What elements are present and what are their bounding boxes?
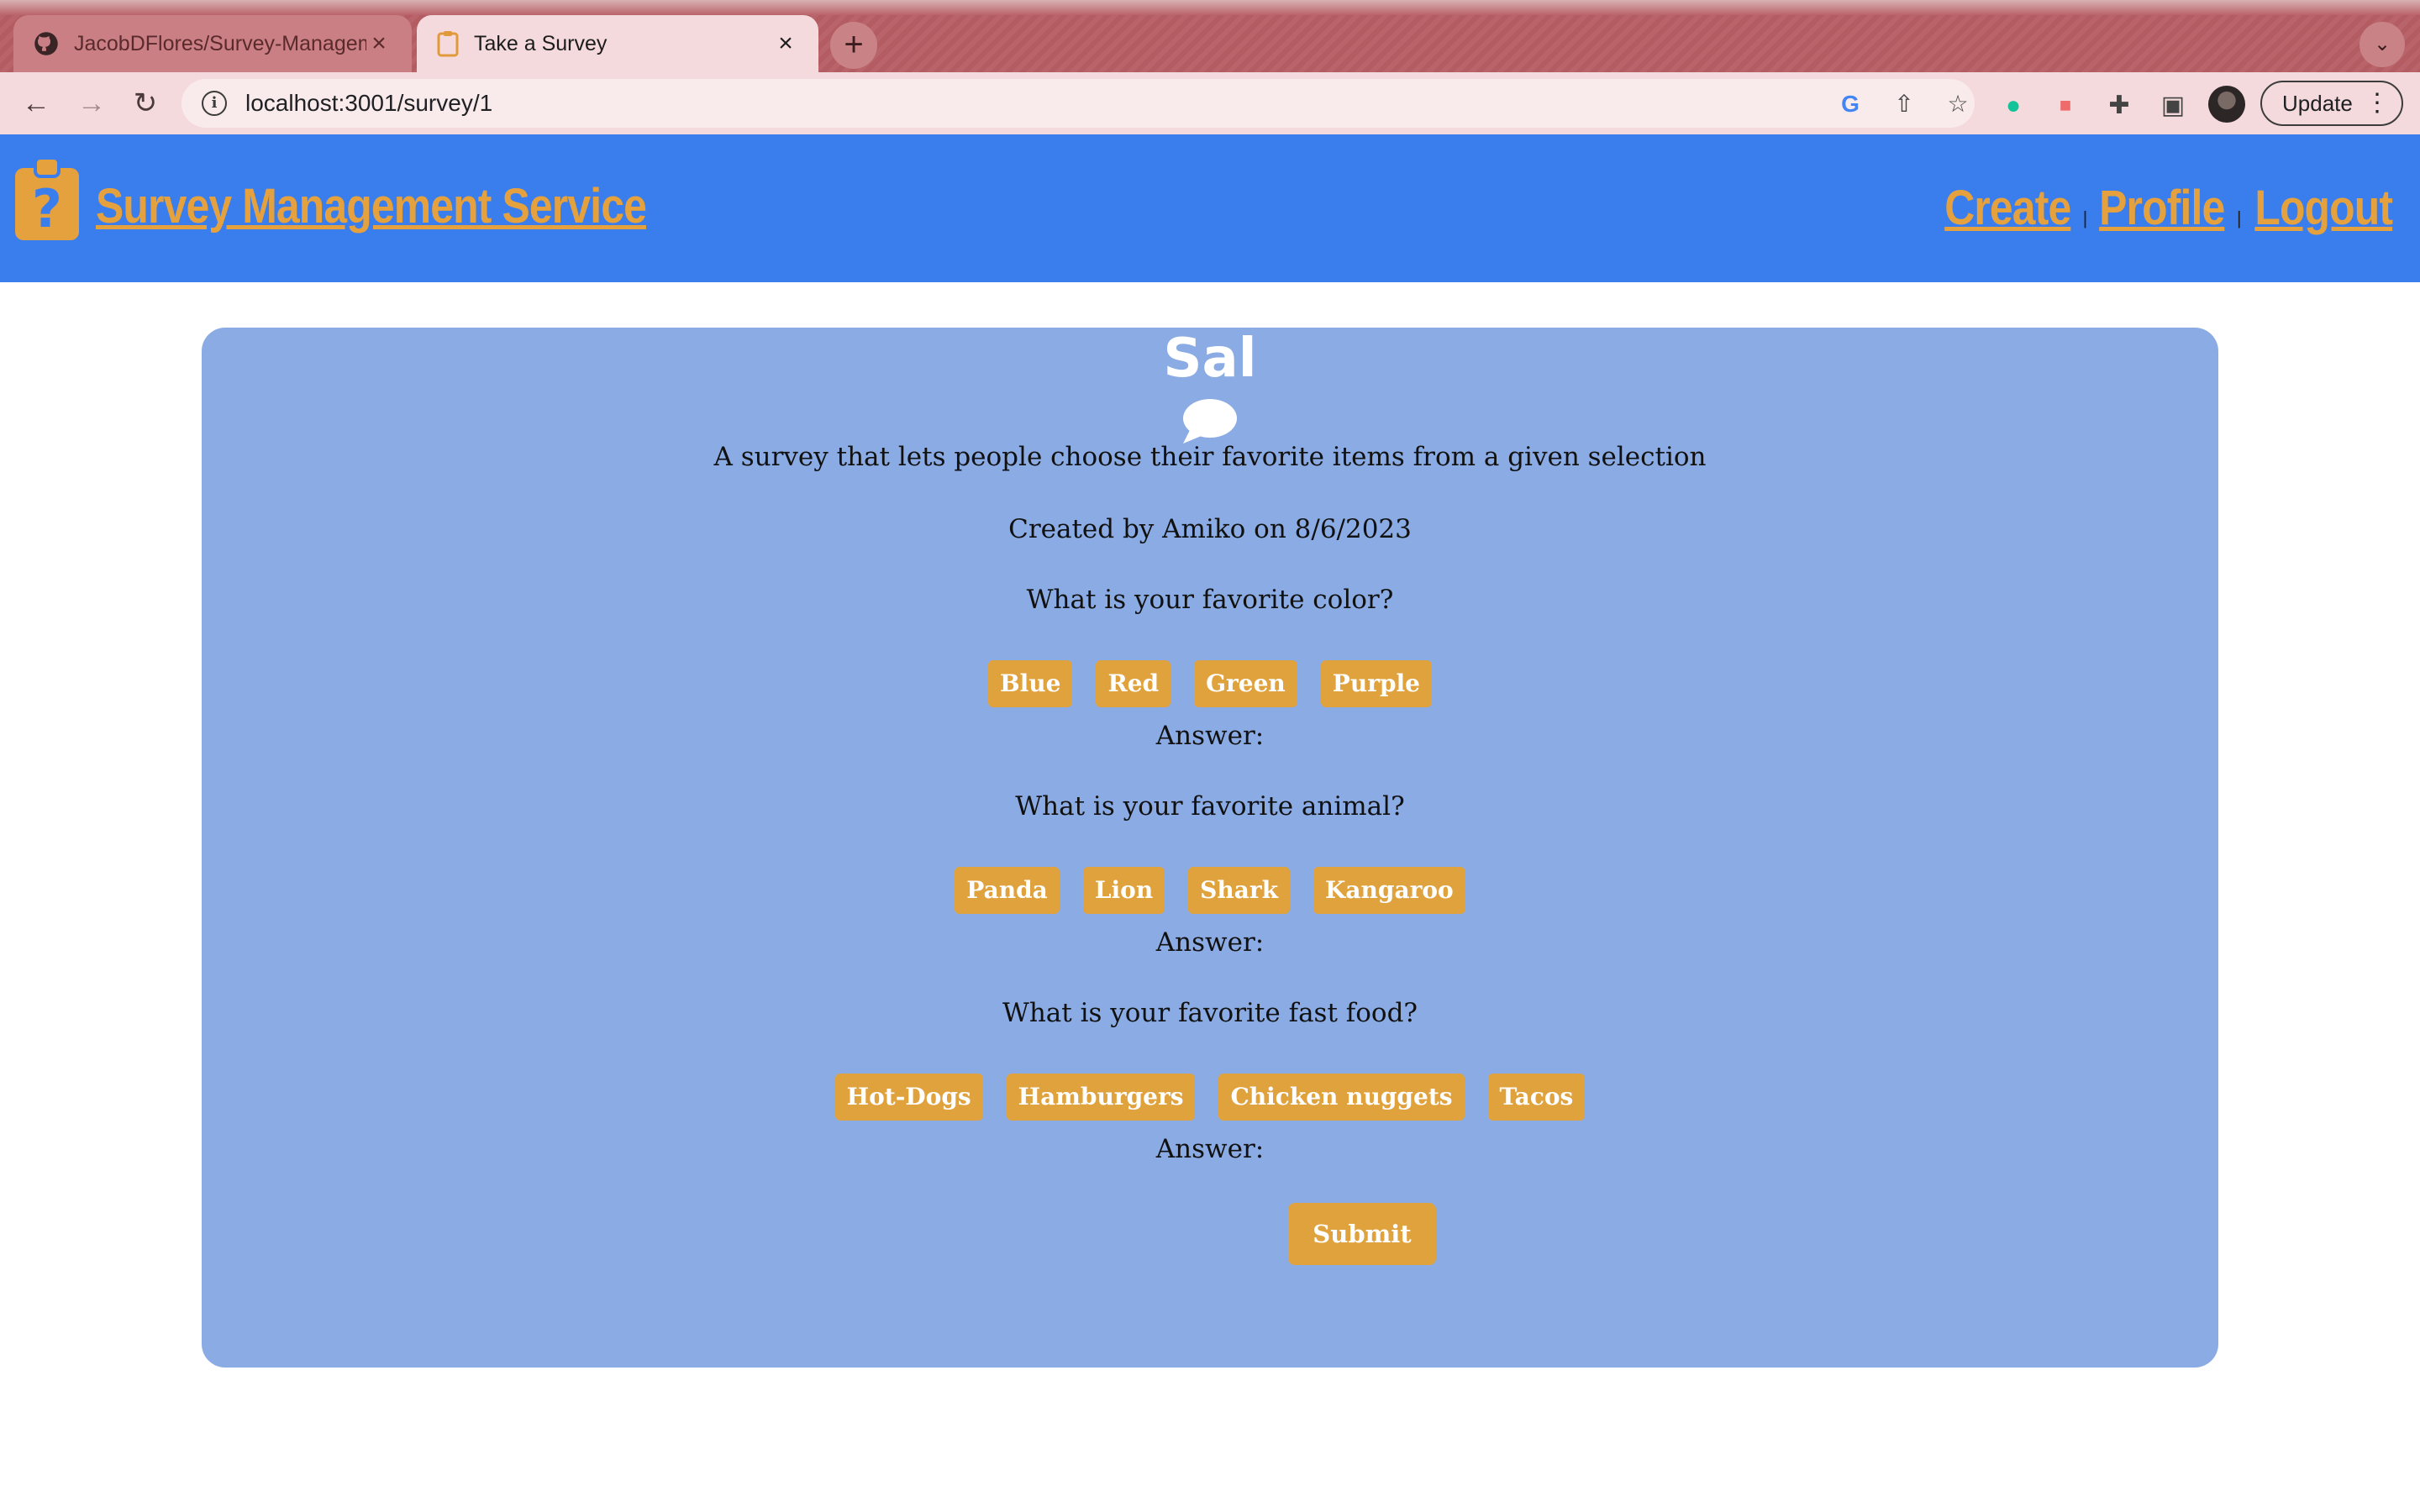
answer-label: Answer: [1155, 721, 1265, 751]
option-button[interactable]: Lion [1082, 867, 1165, 914]
nav-separator: | [2082, 207, 2088, 228]
bookmark-star-icon[interactable]: ☆ [1941, 87, 1975, 121]
option-button[interactable]: Purple [1320, 660, 1432, 707]
answer-label: Answer: [1155, 1134, 1265, 1164]
menu-dots-icon[interactable]: ⋮ [2365, 82, 2390, 124]
option-button[interactable]: Kangaroo [1313, 867, 1465, 914]
side-panel-icon[interactable]: ▣ [2156, 89, 2190, 123]
survey-card: Sal A survey that lets people choose the… [202, 328, 2218, 1368]
answer-label: Answer: [1155, 927, 1265, 958]
browser-tab-active[interactable]: Take a Survey × [417, 15, 818, 72]
browser-tab-github[interactable]: JacobDFlores/Survey-Management-Service × [13, 15, 412, 72]
profile-link[interactable]: Profile [2099, 180, 2225, 236]
logout-link[interactable]: Logout [2254, 180, 2393, 236]
browser-toolbar: ← → ↻ i localhost:3001/survey/1 G ⇧ ☆ ● … [0, 72, 2420, 134]
update-label: Update [2282, 91, 2353, 116]
option-button[interactable]: Blue [987, 660, 1073, 707]
extensions-puzzle-icon[interactable]: ✚ [2102, 89, 2136, 123]
question-text: What is your favorite fast food? [1002, 998, 1418, 1028]
close-tab-icon[interactable]: × [773, 29, 798, 58]
option-button[interactable]: Panda [955, 867, 1060, 914]
option-group: Panda Lion Shark Kangaroo [202, 867, 2218, 914]
google-icon[interactable]: G [1833, 87, 1867, 121]
forward-arrow-icon[interactable]: → [71, 82, 113, 124]
app-header: ? Survey Management Service Create | Pro… [0, 134, 2420, 282]
option-button[interactable]: Green [1194, 660, 1297, 707]
option-button[interactable]: Hamburgers [1006, 1074, 1196, 1121]
reload-icon[interactable]: ↻ [124, 82, 166, 124]
survey-title: Sal [1163, 328, 1257, 390]
option-group: Blue Red Green Purple [202, 660, 2218, 707]
back-arrow-icon[interactable]: ← [15, 82, 57, 124]
question-text: What is your favorite animal? [1015, 791, 1405, 822]
option-button[interactable]: Tacos [1487, 1074, 1586, 1121]
survey-meta: Created by Amiko on 8/6/2023 [1008, 514, 1412, 544]
tab-search-chevron-icon[interactable]: ⌄ [2360, 22, 2405, 67]
video-extension-icon[interactable]: ■ [2049, 89, 2082, 123]
header-nav: Create | Profile | Logout [1934, 180, 2403, 236]
clipboard-question-icon: ? [15, 156, 79, 240]
option-group: Hot-Dogs Hamburgers Chicken nuggets Taco… [202, 1074, 2218, 1121]
url-text[interactable]: localhost:3001/survey/1 [245, 90, 492, 117]
option-button[interactable]: Hot-Dogs [834, 1074, 983, 1121]
tab-title: JacobDFlores/Survey-Management-Service [74, 31, 366, 55]
survey-description: A survey that lets people choose their f… [713, 442, 1707, 472]
svg-text:?: ? [32, 178, 62, 239]
nav-separator: | [2236, 207, 2242, 228]
option-button[interactable]: Chicken nuggets [1218, 1074, 1465, 1121]
comment-bubble-icon [1183, 399, 1237, 444]
site-title-link[interactable]: Survey Management Service [96, 178, 647, 234]
question-text: What is your favorite color? [1026, 585, 1394, 615]
clipboard-icon [437, 31, 459, 57]
github-icon [34, 32, 58, 55]
update-button[interactable]: Update ⋮ [2260, 81, 2403, 126]
option-button[interactable]: Shark [1188, 867, 1291, 914]
new-tab-button[interactable]: + [830, 22, 877, 69]
submit-button[interactable]: Submit [1288, 1203, 1436, 1265]
grammarly-extension-icon[interactable]: ● [1996, 89, 2030, 123]
site-info-icon[interactable]: i [202, 91, 227, 116]
close-tab-icon[interactable]: × [366, 29, 392, 58]
address-bar[interactable]: i localhost:3001/survey/1 G ⇧ ☆ [182, 79, 1975, 128]
browser-tab-bar: JacobDFlores/Survey-Management-Service ×… [0, 0, 2420, 79]
share-icon[interactable]: ⇧ [1887, 87, 1921, 121]
create-link[interactable]: Create [1944, 180, 2071, 236]
option-button[interactable]: Red [1096, 660, 1171, 707]
tab-title: Take a Survey [474, 31, 608, 55]
profile-avatar[interactable] [2208, 86, 2245, 123]
